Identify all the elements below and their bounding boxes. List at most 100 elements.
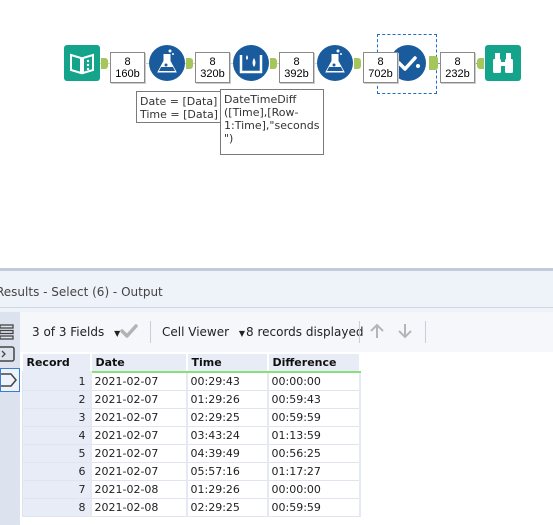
- table-row[interactable]: 3 2021-02-07 02:29:25 00:59:59: [22, 407, 361, 427]
- table-row[interactable]: 4 2021-02-07 03:43:24 01:13:59: [22, 425, 361, 445]
- workflow-canvas[interactable]: 8 160b 8 320b 8 392b 8 702b 8 232b Date …: [0, 0, 553, 268]
- record-cell[interactable]: 4: [22, 425, 92, 445]
- results-toolbar: 3 of 3 Fields ▼ Cell Viewer ▼ 8 records …: [20, 312, 553, 352]
- multi-row-formula-tool[interactable]: [233, 45, 269, 81]
- flask-icon: [157, 49, 177, 73]
- header-row: Record Date Time Difference: [22, 354, 361, 373]
- time-cell[interactable]: 02:29:25: [186, 497, 269, 517]
- column-header-time[interactable]: Time: [186, 354, 269, 373]
- record-cell[interactable]: 6: [22, 461, 92, 481]
- date-cell[interactable]: 2021-02-08: [90, 479, 188, 499]
- annotation-line: Date = [Data]: [140, 95, 218, 108]
- date-cell[interactable]: 2021-02-07: [90, 425, 188, 445]
- output-anchor[interactable]: [101, 58, 108, 69]
- record-cell[interactable]: 3: [22, 407, 92, 427]
- table-row[interactable]: 5 2021-02-07 04:39:49 00:56:25: [22, 443, 361, 463]
- output-anchor[interactable]: [429, 56, 438, 70]
- connection-progress-3: 8 392b: [279, 52, 314, 83]
- data-size: 320b: [200, 68, 225, 80]
- time-cell[interactable]: 01:29:26: [186, 479, 269, 499]
- data-size: 702b: [368, 68, 393, 80]
- sort-down-button[interactable]: [396, 322, 414, 345]
- sort-up-button[interactable]: [368, 322, 386, 345]
- drops-icon: [239, 55, 263, 74]
- time-cell[interactable]: 05:57:16: [186, 461, 269, 481]
- column-header-record[interactable]: Record: [22, 354, 92, 373]
- connection-progress-4: 8 702b: [363, 52, 398, 83]
- table-row[interactable]: 8 2021-02-08 02:29:25 00:59:59: [22, 497, 361, 517]
- column-header-difference[interactable]: Difference: [267, 354, 361, 373]
- input-anchor-button[interactable]: [0, 344, 17, 364]
- record-cell[interactable]: 8: [22, 497, 92, 517]
- time-cell[interactable]: 02:29:25: [186, 407, 269, 427]
- formula-tool-1[interactable]: [149, 45, 185, 81]
- multi-row-formula-annotation: DateTimeDiff ([Time],[Row- 1:Time],"seco…: [220, 89, 324, 155]
- record-cell[interactable]: 2: [22, 389, 92, 409]
- annotation-line: ([Time],[Row-: [224, 106, 299, 119]
- annotation-line: Time = [Data]: [140, 108, 218, 121]
- cell-viewer-label: Cell Viewer: [162, 325, 230, 339]
- input-data-tool[interactable]: [64, 45, 100, 81]
- anchor-input-icon: [0, 346, 15, 362]
- time-cell[interactable]: 00:29:43: [186, 371, 269, 391]
- output-anchor[interactable]: [354, 58, 361, 69]
- results-title: Results - Select (6) - Output: [0, 285, 163, 299]
- data-size: 160b: [115, 68, 140, 80]
- annotation-line: DateTimeDiff: [224, 93, 297, 106]
- difference-cell[interactable]: 00:59:43: [267, 389, 361, 409]
- difference-cell[interactable]: 01:17:27: [267, 461, 361, 481]
- results-table: Record Date Time Difference 1 2021-02-07 0…: [22, 354, 361, 517]
- formula-annotation-1: Date = [Data] Time = [Data]: [136, 91, 222, 123]
- cell-viewer-dropdown[interactable]: Cell Viewer ▼: [162, 325, 245, 339]
- results-panel: Results - Select (6) - Output 3 of 3 Fie…: [0, 268, 553, 525]
- record-count: 8: [209, 56, 216, 68]
- input-anchor[interactable]: [477, 58, 484, 69]
- table-row[interactable]: 2 2021-02-07 01:29:26 00:59:43: [22, 389, 361, 409]
- difference-cell[interactable]: 01:13:59: [267, 425, 361, 445]
- date-cell[interactable]: 2021-02-08: [90, 497, 188, 517]
- fields-dropdown[interactable]: 3 of 3 Fields ▼: [32, 325, 120, 339]
- caret-down-icon: ▼: [238, 329, 246, 338]
- divider: [0, 307, 553, 308]
- column-header-date[interactable]: Date: [90, 354, 188, 373]
- difference-cell[interactable]: 00:59:59: [267, 497, 361, 517]
- toolbar-separator: [359, 321, 360, 343]
- table-view-button[interactable]: [0, 322, 17, 342]
- record-cell[interactable]: 5: [22, 443, 92, 463]
- connection-progress-2: 8 320b: [195, 52, 230, 83]
- results-grid-area: Record Date Time Difference 1 2021-02-07 0…: [20, 352, 553, 525]
- date-cell[interactable]: 2021-02-07: [90, 371, 188, 391]
- difference-cell[interactable]: 00:59:59: [267, 407, 361, 427]
- date-cell[interactable]: 2021-02-07: [90, 389, 188, 409]
- time-cell[interactable]: 04:39:49: [186, 443, 269, 463]
- difference-cell[interactable]: 00:56:25: [267, 443, 361, 463]
- record-count: 8: [293, 56, 300, 68]
- date-cell[interactable]: 2021-02-07: [90, 407, 188, 427]
- flask-icon: [325, 49, 345, 73]
- browse-tool[interactable]: [485, 45, 521, 81]
- difference-cell[interactable]: 00:00:00: [267, 479, 361, 499]
- data-size: 392b: [284, 68, 309, 80]
- record-count: 8: [377, 56, 384, 68]
- time-cell[interactable]: 01:29:26: [186, 389, 269, 409]
- table-row[interactable]: 1 2021-02-07 00:29:43 00:00:00: [22, 371, 361, 391]
- time-cell[interactable]: 03:43:24: [186, 425, 269, 445]
- book-icon: [70, 53, 94, 75]
- difference-cell[interactable]: 00:00:00: [267, 371, 361, 391]
- apply-fields-button[interactable]: [119, 322, 139, 345]
- list-icon: [0, 324, 14, 340]
- anchor-output-icon: [0, 373, 17, 387]
- checkmark-icon: [120, 324, 138, 338]
- output-anchor[interactable]: [186, 58, 193, 69]
- date-cell[interactable]: 2021-02-07: [90, 443, 188, 463]
- fields-label: 3 of 3 Fields: [32, 325, 105, 339]
- record-cell[interactable]: 1: [22, 371, 92, 391]
- table-row[interactable]: 6 2021-02-07 05:57:16 01:17:27: [22, 461, 361, 481]
- output-anchor-button[interactable]: [0, 368, 20, 392]
- date-cell[interactable]: 2021-02-07: [90, 461, 188, 481]
- record-cell[interactable]: 7: [22, 479, 92, 499]
- arrow-up-icon: [370, 323, 384, 338]
- table-row[interactable]: 7 2021-02-08 01:29:26 00:00:00: [22, 479, 361, 499]
- output-anchor[interactable]: [270, 58, 277, 69]
- formula-tool-2[interactable]: [317, 45, 353, 81]
